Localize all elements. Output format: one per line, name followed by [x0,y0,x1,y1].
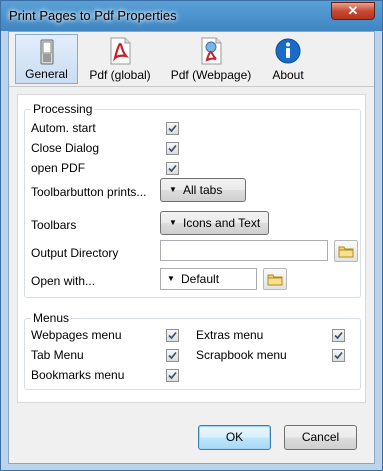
checkmark-icon [334,351,343,360]
title-bar[interactable]: Print Pages to Pdf Properties ✕ [1,1,382,31]
switch-icon [40,39,53,65]
open-with-label: Open with... [31,274,96,288]
toolbarbutton-prints-label: Toolbarbutton prints... [31,185,147,199]
tab-about[interactable]: About [263,34,313,84]
bookmarks-menu-checkbox[interactable] [166,369,179,382]
toolbars-dropdown[interactable]: ▼ Icons and Text [160,211,269,235]
checkmark-icon [168,124,177,133]
properties-window: Print Pages to Pdf Properties ✕ General … [0,0,383,471]
open-pdf-label: open PDF [31,161,86,175]
tab-pdf-webpage[interactable]: Pdf (Webpage) [167,34,255,84]
processing-group-title: Processing [31,102,95,116]
toolbarbutton-prints-value: All tabs [183,183,223,197]
processing-group: Processing Autom. start Close Dialog ope… [24,102,361,298]
menus-group: Menus Webpages menu Tab Menu Bookmarks m… [24,311,361,390]
checkmark-icon [168,331,177,340]
open-with-value: Default [181,272,220,286]
open-with-select[interactable]: ▼ Default [160,268,257,290]
output-directory-input[interactable] [160,240,328,261]
scrapbook-menu-label: Scrapbook menu [196,348,287,362]
tab-label: General [25,67,68,81]
dropdown-arrow-icon: ▼ [169,185,177,194]
output-directory-browse-button[interactable] [334,240,358,262]
dropdown-arrow-icon: ▼ [167,274,175,283]
extras-menu-checkbox[interactable] [332,329,345,342]
extras-menu-label: Extras menu [196,328,264,342]
checkmark-icon [168,164,177,173]
pdf-document-icon [110,37,131,65]
cancel-button[interactable]: Cancel [284,425,357,450]
folder-icon [338,246,354,258]
tab-menu-checkbox[interactable] [166,349,179,362]
checkmark-icon [334,331,343,340]
tab-general[interactable]: General [15,34,78,84]
window-title: Print Pages to Pdf Properties [9,8,177,23]
tab-label: Pdf (Webpage) [170,68,252,82]
tab-pdf-global[interactable]: Pdf (global) [85,34,155,84]
close-icon: ✕ [347,3,359,18]
info-icon [275,38,301,64]
folder-icon [267,274,283,286]
open-pdf-checkbox[interactable] [166,162,179,175]
open-with-browse-button[interactable] [263,268,287,290]
dialog-client: General Pdf (global) Pdf (Webpage) About… [8,31,375,464]
tab-label: About [272,68,304,82]
close-dialog-label: Close Dialog [31,141,100,155]
general-panel: Processing Autom. start Close Dialog ope… [17,94,366,403]
autom-start-checkbox[interactable] [166,122,179,135]
bookmarks-menu-label: Bookmarks menu [31,368,125,382]
tab-menu-label: Tab Menu [31,348,84,362]
toolbarbutton-prints-dropdown[interactable]: ▼ All tabs [160,178,246,202]
autom-start-label: Autom. start [31,121,96,135]
ok-button[interactable]: OK [198,425,271,450]
dropdown-arrow-icon: ▼ [169,218,177,227]
checkmark-icon [168,351,177,360]
webpages-menu-label: Webpages menu [31,328,122,342]
toolbars-value: Icons and Text [183,216,261,230]
output-directory-label: Output Directory [31,246,119,260]
toolbars-label: Toolbars [31,218,77,232]
close-dialog-checkbox[interactable] [166,142,179,155]
webpages-menu-checkbox[interactable] [166,329,179,342]
scrapbook-menu-checkbox[interactable] [332,349,345,362]
menus-group-title: Menus [31,311,72,325]
close-button[interactable]: ✕ [331,2,375,20]
checkmark-icon [168,371,177,380]
checkmark-icon [168,144,177,153]
pdf-webpage-icon [201,37,222,65]
tab-label: Pdf (global) [89,68,151,82]
tab-toolbar: General Pdf (global) Pdf (Webpage) About [9,32,374,87]
